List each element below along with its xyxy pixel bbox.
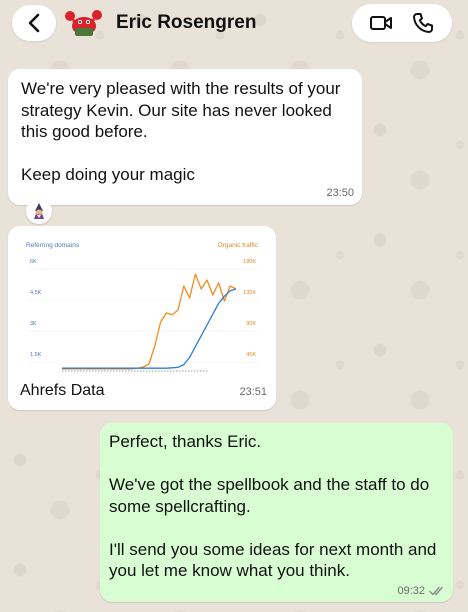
left-axis-label: Referring domains xyxy=(26,242,80,249)
right-axis-label: Organic traffic xyxy=(218,242,259,249)
message-bubble-incoming[interactable]: We're very pleased with the results of y… xyxy=(8,69,362,205)
chart: Referring domains Organic traffic 6K 180K… xyxy=(26,242,259,372)
right-tick-label: 135K xyxy=(243,290,256,296)
message-bubble-outgoing[interactable]: Perfect, thanks Eric. We've got the spel… xyxy=(100,423,453,602)
video-call-icon xyxy=(370,16,392,30)
phone-icon xyxy=(413,13,433,33)
chat-header: Eric Rosengren xyxy=(0,0,468,50)
contact-info[interactable]: Eric Rosengren xyxy=(62,5,256,41)
voice-call-button[interactable] xyxy=(405,6,441,40)
message-time: 23:51 xyxy=(239,386,267,398)
call-actions xyxy=(352,4,452,42)
series-line-organic-traffic xyxy=(62,273,237,370)
video-call-button[interactable] xyxy=(363,6,399,40)
message-time: 09:32 xyxy=(397,585,425,597)
message-text: Perfect, thanks Eric. We've got the spel… xyxy=(109,432,437,580)
left-tick-label: 3K xyxy=(30,321,37,327)
crab-avatar-icon xyxy=(65,10,102,36)
left-tick-label: 4.5K xyxy=(30,290,42,296)
read-double-check-icon xyxy=(429,586,443,596)
right-tick-label: 90K xyxy=(246,321,256,327)
message-meta: 09:32 xyxy=(397,585,445,597)
chevron-left-icon xyxy=(28,13,40,33)
left-tick-label: 6K xyxy=(30,259,37,265)
left-tick-label: 1.5K xyxy=(30,352,42,358)
image-caption: Ahrefs Data xyxy=(20,382,105,399)
wizard-emoji-icon xyxy=(34,203,44,219)
avatar[interactable] xyxy=(62,5,104,41)
message-time: 23:50 xyxy=(326,187,354,199)
reaction-badge[interactable] xyxy=(26,198,52,224)
back-button[interactable] xyxy=(12,5,56,41)
contact-name[interactable]: Eric Rosengren xyxy=(116,12,256,34)
right-tick-label: 45K xyxy=(246,352,256,358)
series-line-referring-domains xyxy=(62,288,237,369)
image-message-bubble[interactable]: Referring domains Organic traffic 6K 180K… xyxy=(8,226,276,410)
ahrefs-chart-image[interactable]: Referring domains Organic traffic 6K 180K… xyxy=(12,230,272,378)
right-tick-label: 180K xyxy=(243,259,256,265)
message-text: We're very pleased with the results of y… xyxy=(21,79,341,184)
